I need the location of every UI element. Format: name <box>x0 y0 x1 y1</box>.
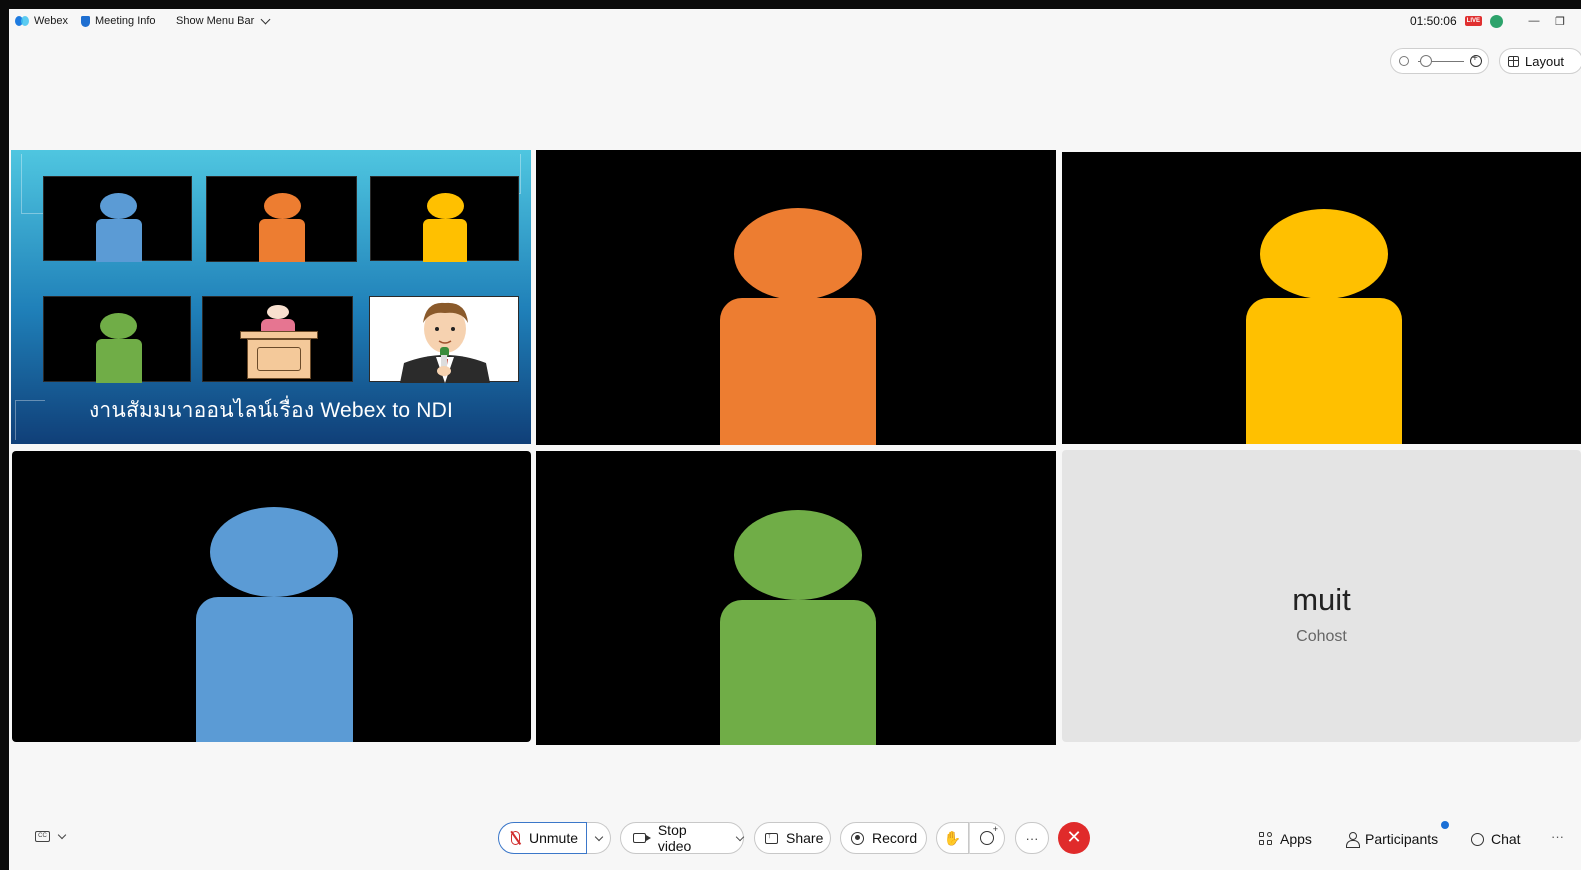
unmute-label: Unmute <box>529 830 579 846</box>
webex-logo-icon <box>15 16 29 26</box>
zoom-out-icon[interactable] <box>1399 56 1409 66</box>
avatar-head <box>210 507 338 597</box>
avatar-body <box>1246 298 1402 444</box>
leave-meeting-button[interactable]: ✕ <box>1058 822 1090 854</box>
avatar-head <box>734 510 862 600</box>
meeting-info-label: Meeting Info <box>95 15 156 27</box>
more-options-button[interactable]: ··· <box>1015 822 1049 854</box>
mini-avatar-green <box>43 296 191 383</box>
webex-brand[interactable]: Webex <box>15 15 68 27</box>
layout-label: Layout <box>1525 53 1565 69</box>
meeting-timer: 01:50:06 <box>1409 14 1457 28</box>
leave-icon: ✕ <box>1066 827 1082 847</box>
participant-role: Cohost <box>1296 628 1347 645</box>
shared-screen-tile[interactable]: งานสัมมนาออนไลน์เรื่อง Webex to NDI <box>11 150 531 444</box>
participants-button[interactable]: Participants <box>1346 831 1439 848</box>
video-tile-blue[interactable] <box>12 451 531 742</box>
webex-meeting-window: Webex Meeting Info Show Menu Bar 01:50:0… <box>9 9 1581 870</box>
mini-avatar-blue <box>43 176 192 262</box>
zoom-slider-thumb[interactable] <box>1420 55 1432 67</box>
mini-podium-speaker <box>202 296 353 382</box>
apps-label: Apps <box>1280 831 1312 847</box>
raise-hand-button[interactable]: ✋ <box>936 822 969 854</box>
mini-avatar-orange <box>206 176 357 262</box>
layout-button[interactable]: Layout <box>1499 48 1581 74</box>
apps-button[interactable]: Apps <box>1259 831 1312 847</box>
share-screen-icon <box>765 830 778 844</box>
notification-dot <box>1441 821 1449 829</box>
chevron-down-icon <box>57 830 67 840</box>
chevron-down-icon <box>594 832 603 841</box>
apps-icon <box>1259 832 1273 846</box>
more-icon: ··· <box>1025 830 1039 846</box>
closed-captions-icon: CC <box>35 831 50 842</box>
chat-icon <box>1471 832 1484 846</box>
microphone-muted-icon <box>511 831 520 845</box>
record-button[interactable]: Record <box>840 822 927 854</box>
share-label: Share <box>786 830 824 846</box>
stop-video-label: Stop video <box>657 822 692 854</box>
share-button[interactable]: Share <box>754 822 831 854</box>
avatar-head <box>734 208 862 300</box>
reactions-icon <box>980 824 998 845</box>
overflow-menu-button[interactable]: ··· <box>1551 829 1564 844</box>
participant-name-tile[interactable]: muit Cohost <box>1062 450 1581 742</box>
zoom-in-icon[interactable] <box>1470 53 1482 67</box>
participants-label: Participants <box>1365 831 1439 847</box>
mini-avatar-yellow <box>370 176 519 262</box>
video-tile-orange[interactable] <box>536 150 1056 445</box>
chat-label: Chat <box>1491 831 1521 847</box>
chat-button[interactable]: Chat <box>1471 831 1521 847</box>
video-tile-yellow[interactable] <box>1062 152 1581 444</box>
avatar-body <box>196 597 353 742</box>
raise-hand-icon: ✋ <box>943 829 962 846</box>
shared-screen-caption: งานสัมมนาออนไลน์เรื่อง Webex to NDI <box>88 399 454 422</box>
grid-icon <box>1508 55 1519 67</box>
zoom-control[interactable] <box>1390 48 1489 74</box>
app-name: Webex <box>34 15 69 27</box>
avatar-body <box>720 298 876 445</box>
audio-options-dropdown[interactable] <box>587 822 611 854</box>
video-tile-green[interactable] <box>536 451 1056 745</box>
stop-video-button[interactable]: Stop video <box>620 822 745 854</box>
chevron-down-icon[interactable] <box>735 832 745 841</box>
closed-captions-button[interactable]: CC <box>35 830 67 842</box>
show-menu-bar-button[interactable]: Show Menu Bar <box>176 14 271 27</box>
reactions-button[interactable] <box>969 822 1005 854</box>
restore-button[interactable]: ❐ <box>1551 15 1569 28</box>
shield-icon <box>81 15 90 27</box>
participant-name: muit <box>1292 582 1351 617</box>
minimize-button[interactable]: — <box>1525 15 1543 27</box>
participants-icon <box>1346 832 1360 848</box>
avatar-body <box>720 600 876 745</box>
top-right-status: 01:50:06 LIVE — ❐ <box>1410 14 1569 28</box>
unmute-button[interactable]: Unmute <box>498 822 587 854</box>
live-icon: LIVE <box>1464 16 1482 26</box>
mini-news-reporter <box>369 296 519 383</box>
show-menu-bar-label: Show Menu Bar <box>176 15 255 27</box>
meeting-info-button[interactable]: Meeting Info <box>81 15 156 27</box>
camera-icon <box>633 833 651 843</box>
record-label: Record <box>872 830 918 846</box>
avatar-head <box>1260 209 1388 299</box>
record-icon <box>851 831 864 845</box>
chevron-down-icon <box>260 14 271 24</box>
top-bar: Webex Meeting Info Show Menu Bar 01:50:0… <box>9 9 1581 35</box>
network-icon[interactable] <box>1490 14 1503 28</box>
